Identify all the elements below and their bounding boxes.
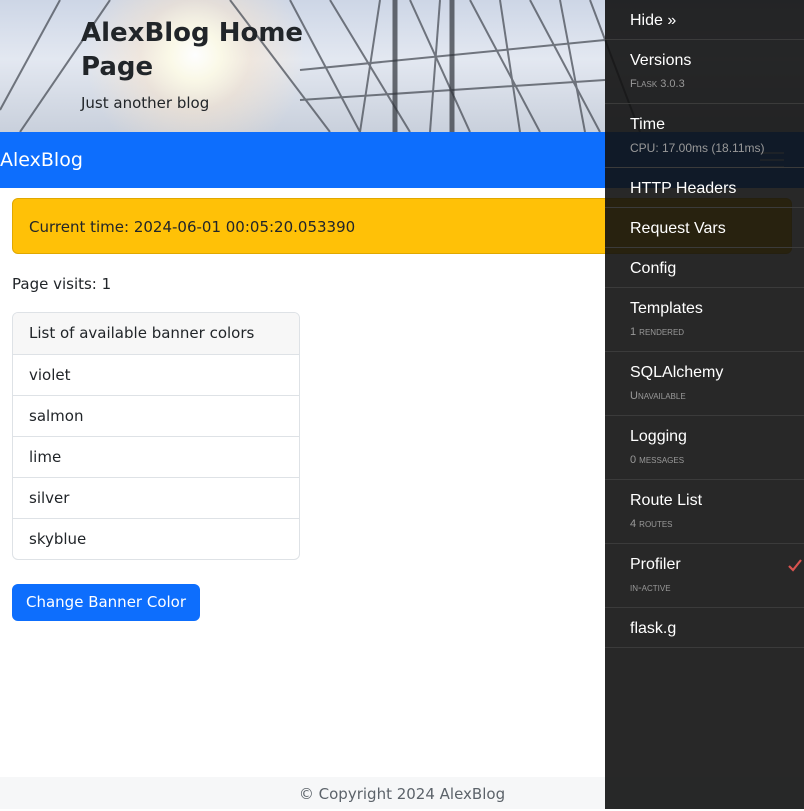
navbar-brand[interactable]: AlexBlog bbox=[0, 132, 83, 188]
debug-panel-profiler[interactable]: Profiler in-active bbox=[605, 544, 804, 608]
debug-panel-request-vars[interactable]: Request Vars bbox=[605, 208, 804, 248]
list-item: silver bbox=[13, 478, 299, 519]
list-header: List of available banner colors bbox=[13, 313, 299, 355]
site-subtitle: Just another blog bbox=[81, 94, 210, 112]
debug-toolbar-hide-button[interactable]: Hide » bbox=[605, 0, 804, 40]
list-item: skyblue bbox=[29, 530, 87, 548]
debug-panel-versions[interactable]: Versions Flask 3.0.3 bbox=[605, 40, 804, 104]
list-item: lime bbox=[13, 437, 299, 478]
banner-color-list: List of available banner colors violet s… bbox=[12, 312, 300, 560]
change-banner-color-button[interactable]: Change Banner Color bbox=[12, 584, 201, 621]
debug-panel-time[interactable]: Time CPU: 17.00ms (18.11ms) bbox=[605, 104, 804, 168]
debug-panel-sqlalchemy[interactable]: SQLAlchemy Unavailable bbox=[605, 352, 804, 416]
debug-panel-http-headers[interactable]: HTTP Headers bbox=[605, 168, 804, 208]
debug-panel-flask-g[interactable]: flask.g bbox=[605, 608, 804, 648]
debug-panel-templates[interactable]: Templates 1 rendered bbox=[605, 288, 804, 352]
checkmark-icon[interactable] bbox=[788, 558, 802, 572]
list-item: violet bbox=[13, 355, 299, 396]
debug-panel-config[interactable]: Config bbox=[605, 248, 804, 288]
debug-panel-logging[interactable]: Logging 0 messages bbox=[605, 416, 804, 480]
debug-toolbar: Hide » Versions Flask 3.0.3 Time CPU: 17… bbox=[605, 0, 804, 809]
site-title: AlexBlog Home Page bbox=[81, 18, 304, 82]
list-item: salmon bbox=[13, 396, 299, 437]
debug-panel-route-list[interactable]: Route List 4 routes bbox=[605, 480, 804, 544]
page-visits-text: Page visits: 1 bbox=[12, 275, 112, 293]
